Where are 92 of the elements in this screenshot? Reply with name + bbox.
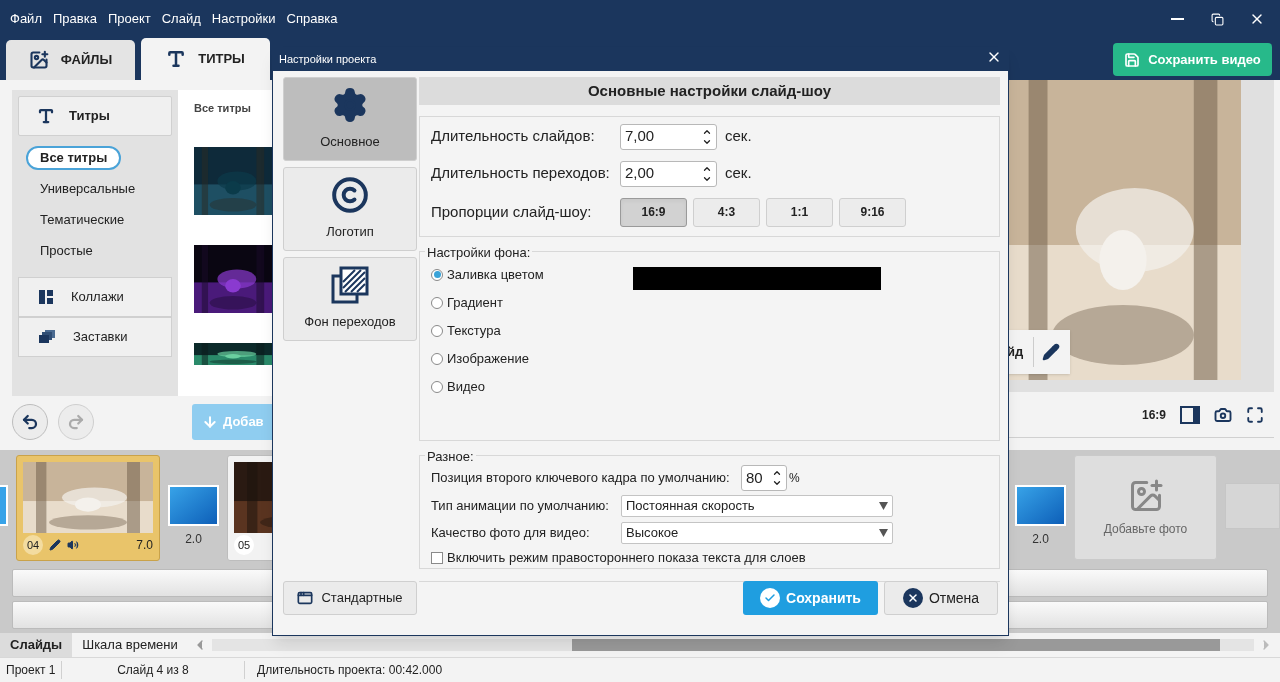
- aspect-ratio-label: 16:9: [1141, 406, 1166, 424]
- unit-label: %: [789, 470, 800, 487]
- menu-item[interactable]: Справка: [286, 9, 338, 29]
- slide-number: 05: [234, 535, 254, 555]
- restore-button[interactable]: [1208, 10, 1226, 28]
- field-label: Длительность переходов:: [431, 163, 611, 184]
- pencil-icon: [49, 539, 61, 551]
- menu-item[interactable]: Настройки: [211, 9, 276, 29]
- radio-button[interactable]: [431, 380, 443, 393]
- number-field[interactable]: 80: [741, 465, 787, 491]
- cancel-button[interactable]: Отмена: [884, 581, 998, 615]
- radio-button[interactable]: [431, 324, 443, 337]
- number-field[interactable]: 2,00: [620, 160, 717, 187]
- add-photo-card[interactable]: Добавьте фото: [1074, 455, 1217, 560]
- stacked-cards-icon: [39, 330, 55, 344]
- field-label: Пропорции слайд-шоу:: [431, 201, 593, 222]
- settings-nav-item[interactable]: Фон переходов: [283, 257, 417, 341]
- transition-thumbnail[interactable]: [1015, 485, 1066, 526]
- menu-item[interactable]: Слайд: [161, 9, 201, 29]
- settings-nav-item[interactable]: Логотип: [283, 167, 417, 251]
- undo-button[interactable]: [12, 404, 48, 440]
- aspect-ratio-button[interactable]: 1:1: [766, 197, 833, 227]
- field-label: Качество фото для видео:: [431, 524, 591, 543]
- defaults-button[interactable]: Стандартные: [283, 581, 417, 615]
- unit-label: сек.: [725, 126, 752, 147]
- tab[interactable]: ТИТРЫ: [141, 38, 270, 80]
- slide-card[interactable]: 04 7.0: [16, 455, 160, 561]
- unit-label: сек.: [725, 163, 752, 184]
- minimize-icon: [1170, 18, 1184, 20]
- transition-duration: 2.0: [1032, 531, 1049, 548]
- speaker-icon: [67, 539, 79, 551]
- menu-item[interactable]: Правка: [52, 9, 97, 29]
- transition-duration: 2.0: [185, 531, 202, 548]
- aspect-ratio-button[interactable]: 9:16: [839, 197, 906, 227]
- sidebar-item[interactable]: Все титры: [26, 146, 122, 170]
- status-text: Проект 1: [0, 661, 62, 679]
- status-text: Длительность проекта: 00:42.000: [256, 662, 443, 679]
- undo-icon: [21, 413, 39, 431]
- status-text: Слайд 4 из 8: [62, 661, 245, 679]
- dropdown-arrow-icon: [879, 528, 888, 537]
- window-gear-icon: [297, 590, 314, 606]
- checkbox[interactable]: [431, 552, 443, 565]
- radio-label: Градиент: [447, 293, 503, 312]
- field-label: Тип анимации по умолчанию:: [431, 496, 610, 515]
- radio-label: Видео: [447, 377, 485, 396]
- settings-nav-item[interactable]: Основное: [283, 77, 417, 161]
- image-plus-icon: [28, 50, 49, 70]
- restore-icon: [1210, 12, 1224, 26]
- slide-number: 04: [23, 535, 43, 555]
- sidebar-item[interactable]: Универсальные: [26, 177, 150, 201]
- letter-t-icon: [37, 107, 55, 125]
- gallery-heading: Все титры: [194, 101, 252, 116]
- fullscreen-button[interactable]: [1246, 405, 1264, 424]
- sidebar-item[interactable]: Тематические: [26, 208, 139, 232]
- sidebar-category-button[interactable]: Заставки: [18, 317, 172, 357]
- aspect-ratio-button[interactable]: 4:3: [693, 197, 760, 227]
- field-label: Длительность слайдов:: [431, 126, 596, 147]
- radio-button[interactable]: [431, 296, 443, 309]
- menu-item[interactable]: Файл: [10, 9, 42, 29]
- field-label: Позиция второго ключевого кадра по умолчанию:: [431, 469, 731, 488]
- radio-label: Изображение: [447, 349, 529, 368]
- radio-label: Заливка цветом: [447, 265, 544, 284]
- crop-frame-button[interactable]: [1180, 405, 1200, 424]
- redo-icon: [67, 413, 85, 431]
- dialog-title: Настройки проекта: [279, 52, 377, 68]
- sidebar-item[interactable]: Простые: [26, 239, 107, 263]
- transition-thumbnail[interactable]: [0, 485, 8, 526]
- tab[interactable]: ФАЙЛЫ: [6, 40, 135, 80]
- horizontal-scrollbar[interactable]: [211, 639, 1254, 651]
- section-heading: Основные настройки слайд-шоу: [419, 77, 1000, 105]
- radio-button[interactable]: [431, 352, 443, 365]
- sidebar-category-button[interactable]: Коллажи: [18, 277, 172, 317]
- snapshot-button[interactable]: [1214, 405, 1232, 424]
- dropdown[interactable]: Постоянная скорость: [621, 494, 893, 517]
- dropdown-arrow-icon: [879, 501, 888, 510]
- transition-thumbnail[interactable]: [168, 485, 219, 526]
- radio-button[interactable]: [431, 268, 443, 281]
- view-tab[interactable]: Слайды: [0, 633, 73, 657]
- number-field[interactable]: 7,00: [620, 123, 717, 150]
- hatched-layers-icon: [331, 266, 369, 305]
- color-swatch[interactable]: [633, 267, 881, 290]
- titles-category-button[interactable]: Титры: [18, 96, 172, 136]
- aspect-ratio-button[interactable]: 16:9: [620, 197, 687, 227]
- letter-t-icon: [166, 49, 187, 69]
- checkbox-label: Включить режим правостороннего показа текста для слоев: [447, 549, 806, 568]
- slide-duration: 7.0: [136, 537, 153, 554]
- dropdown[interactable]: Высокое: [621, 521, 893, 544]
- copyright-icon: [331, 176, 369, 215]
- menu-item[interactable]: Проект: [107, 9, 151, 29]
- collage-icon: [39, 290, 53, 304]
- radio-label: Текстура: [447, 321, 501, 340]
- arrow-down-icon: [202, 414, 218, 430]
